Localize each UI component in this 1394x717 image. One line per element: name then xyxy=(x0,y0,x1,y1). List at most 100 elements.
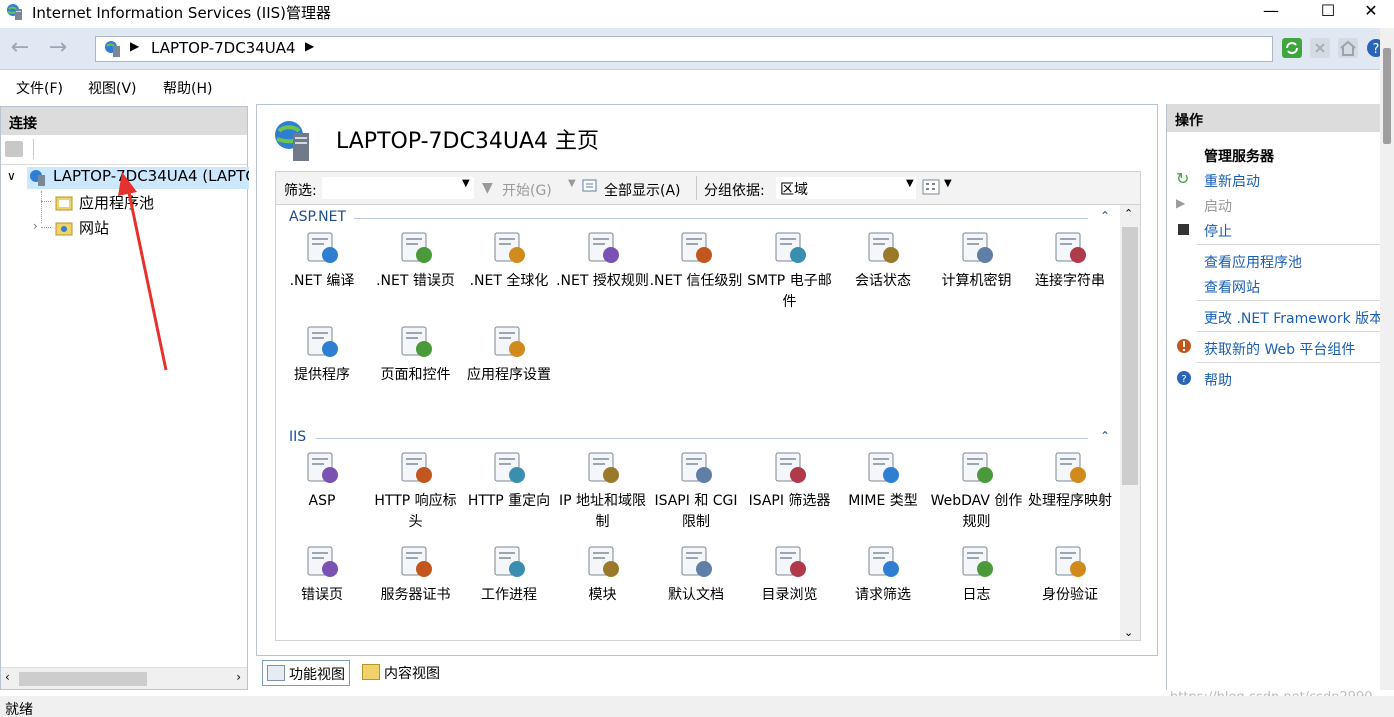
tab-features-view[interactable]: 功能视图 xyxy=(262,660,350,686)
scroll-right-icon[interactable]: › xyxy=(236,670,241,684)
scroll-left-icon[interactable]: ‹ xyxy=(5,670,10,684)
chevron-right-icon[interactable]: › xyxy=(33,219,38,233)
breadcrumb-separator[interactable]: ▶ xyxy=(130,39,139,53)
stop-link[interactable]: 停止 xyxy=(1204,221,1232,241)
feature-item[interactable]: HTTP 响应标头 xyxy=(369,447,463,533)
menu-file[interactable]: 文件(F) xyxy=(16,78,63,98)
feature-icon xyxy=(588,232,619,263)
refresh-icon[interactable] xyxy=(1281,37,1303,59)
tree-item-sites-label: 网站 xyxy=(79,219,110,237)
close-button[interactable]: ✕ xyxy=(1348,0,1394,24)
menu-help[interactable]: 帮助(H) xyxy=(163,78,212,98)
tree-item-sites[interactable]: 网站 xyxy=(53,217,109,238)
feature-item[interactable]: ISAPI 筛选器 xyxy=(743,447,837,512)
feature-icon xyxy=(307,326,338,357)
feature-item[interactable]: 服务器证书 xyxy=(369,541,463,606)
get-web-platform-link[interactable]: 获取新的 Web 平台组件 xyxy=(1204,339,1355,359)
minimize-button[interactable]: — xyxy=(1248,0,1294,24)
group-by-select[interactable]: 区域 xyxy=(776,177,916,199)
feature-item[interactable]: HTTP 重定向 xyxy=(462,447,556,512)
scroll-thumb[interactable] xyxy=(1122,227,1138,485)
group-by-dropdown-icon[interactable]: ▼ xyxy=(906,178,914,189)
feature-item[interactable]: 工作进程 xyxy=(462,541,556,606)
tree-item-apppools[interactable]: 应用程序池 xyxy=(53,192,154,213)
web-platform-icon xyxy=(1177,339,1191,353)
feature-item[interactable]: 页面和控件 xyxy=(369,321,463,386)
change-net-version-link[interactable]: 更改 .NET Framework 版本 xyxy=(1204,308,1383,328)
help-icon: ? xyxy=(1177,371,1191,385)
forward-button[interactable]: → xyxy=(40,36,76,62)
view-app-pools-link[interactable]: 查看应用程序池 xyxy=(1204,252,1302,272)
connections-tree: ∨ LAPTOP-7DC34UA4 (LAPTOP-7DC34UA4\ 应用程序… xyxy=(1,165,249,645)
feature-item[interactable]: MIME 类型 xyxy=(836,447,930,512)
feature-item[interactable]: 应用程序设置 xyxy=(462,321,556,386)
collapse-iis-icon[interactable]: ⌃ xyxy=(1100,429,1110,443)
feature-item[interactable]: .NET 信任级别 xyxy=(649,227,743,292)
menu-view[interactable]: 视图(V) xyxy=(88,78,137,98)
breadcrumb-separator-end[interactable]: ▶ xyxy=(305,39,314,53)
connect-icon[interactable] xyxy=(5,141,23,157)
group-header-aspnet[interactable]: ASP.NET xyxy=(289,209,346,225)
feature-label: 错误页 xyxy=(301,587,343,603)
view-mode-icon[interactable] xyxy=(922,179,940,195)
start-button[interactable]: 开始(G) xyxy=(502,180,552,200)
feature-item[interactable]: 错误页 xyxy=(276,541,369,606)
feature-item[interactable]: WebDAV 创作规则 xyxy=(930,447,1024,533)
scroll-down-icon[interactable]: ⌄ xyxy=(1124,626,1133,639)
toolbar-divider xyxy=(33,139,34,159)
feature-item[interactable]: .NET 授权规则 xyxy=(556,227,650,292)
feature-item[interactable]: .NET 编译 xyxy=(276,227,369,292)
start-link[interactable]: 启动 xyxy=(1204,196,1232,216)
feature-item[interactable]: 处理程序映射 xyxy=(1023,447,1117,512)
feature-item[interactable]: .NET 错误页 xyxy=(369,227,463,292)
start-dropdown-icon[interactable]: ▼ xyxy=(568,178,576,189)
breadcrumb-server[interactable]: LAPTOP-7DC34UA4 xyxy=(151,39,296,57)
scroll-thumb[interactable] xyxy=(1383,48,1391,144)
view-tabs: 功能视图 内容视图 xyxy=(256,660,556,686)
window-title: Internet Information Services (IIS)管理器 xyxy=(32,4,332,22)
tab-content-view[interactable]: 内容视图 xyxy=(358,660,444,686)
group-header-iis[interactable]: IIS xyxy=(289,429,306,445)
help-link[interactable]: 帮助 xyxy=(1204,370,1232,390)
filter-input[interactable] xyxy=(322,177,474,199)
feature-item[interactable]: ISAPI 和 CGI 限制 xyxy=(649,447,743,533)
view-sites-link[interactable]: 查看网站 xyxy=(1204,277,1260,297)
chevron-down-icon[interactable]: ∨ xyxy=(7,169,16,183)
feature-item[interactable]: 默认文档 xyxy=(649,541,743,606)
feature-item[interactable]: 模块 xyxy=(556,541,650,606)
tree-line xyxy=(41,201,51,202)
feature-item[interactable]: ASP xyxy=(276,447,369,512)
home-icon[interactable] xyxy=(1337,37,1359,59)
feature-item[interactable]: 日志 xyxy=(930,541,1024,606)
show-all-button[interactable]: 全部显示(A) xyxy=(604,180,681,200)
tree-item-server[interactable]: LAPTOP-7DC34UA4 (LAPTOP-7DC34UA4\ xyxy=(27,167,249,189)
view-mode-dropdown-icon[interactable]: ▼ xyxy=(944,178,952,189)
scroll-thumb[interactable] xyxy=(19,672,147,686)
feature-item[interactable]: 身份验证 xyxy=(1023,541,1117,606)
feature-item[interactable]: 会话状态 xyxy=(836,227,930,292)
vertical-scrollbar[interactable]: ⌃ ⌄ xyxy=(1120,205,1140,640)
feature-label: ISAPI 和 CGI 限制 xyxy=(654,493,738,530)
collapse-aspnet-icon[interactable]: ⌃ xyxy=(1100,209,1110,223)
feature-item[interactable]: 计算机密钥 xyxy=(930,227,1024,292)
feature-item[interactable]: IP 地址和域限制 xyxy=(556,447,650,533)
feature-item[interactable]: SMTP 电子邮件 xyxy=(743,227,837,313)
feature-label: .NET 错误页 xyxy=(376,273,455,289)
feature-item[interactable]: 提供程序 xyxy=(276,321,369,386)
filter-divider xyxy=(696,176,697,200)
restart-link[interactable]: 重新启动 xyxy=(1204,171,1260,191)
stop-icon[interactable] xyxy=(1309,37,1331,59)
address-bar[interactable]: ▶ LAPTOP-7DC34UA4 ▶ xyxy=(95,36,1273,62)
window-scrollbar[interactable] xyxy=(1380,28,1394,690)
feature-item[interactable]: 请求筛选 xyxy=(836,541,930,606)
show-all-icon xyxy=(582,179,597,192)
maximize-button[interactable]: ☐ xyxy=(1305,0,1351,24)
scroll-up-icon[interactable]: ⌃ xyxy=(1124,207,1133,220)
feature-item[interactable]: 连接字符串 xyxy=(1023,227,1117,292)
feature-item[interactable]: 目录浏览 xyxy=(743,541,837,606)
filter-dropdown-icon[interactable]: ▼ xyxy=(462,178,470,189)
feature-item[interactable]: .NET 全球化 xyxy=(462,227,556,292)
horizontal-scrollbar[interactable]: ‹ › xyxy=(1,667,247,689)
back-button[interactable]: ← xyxy=(2,36,38,62)
tab-content-label: 内容视图 xyxy=(384,666,440,682)
